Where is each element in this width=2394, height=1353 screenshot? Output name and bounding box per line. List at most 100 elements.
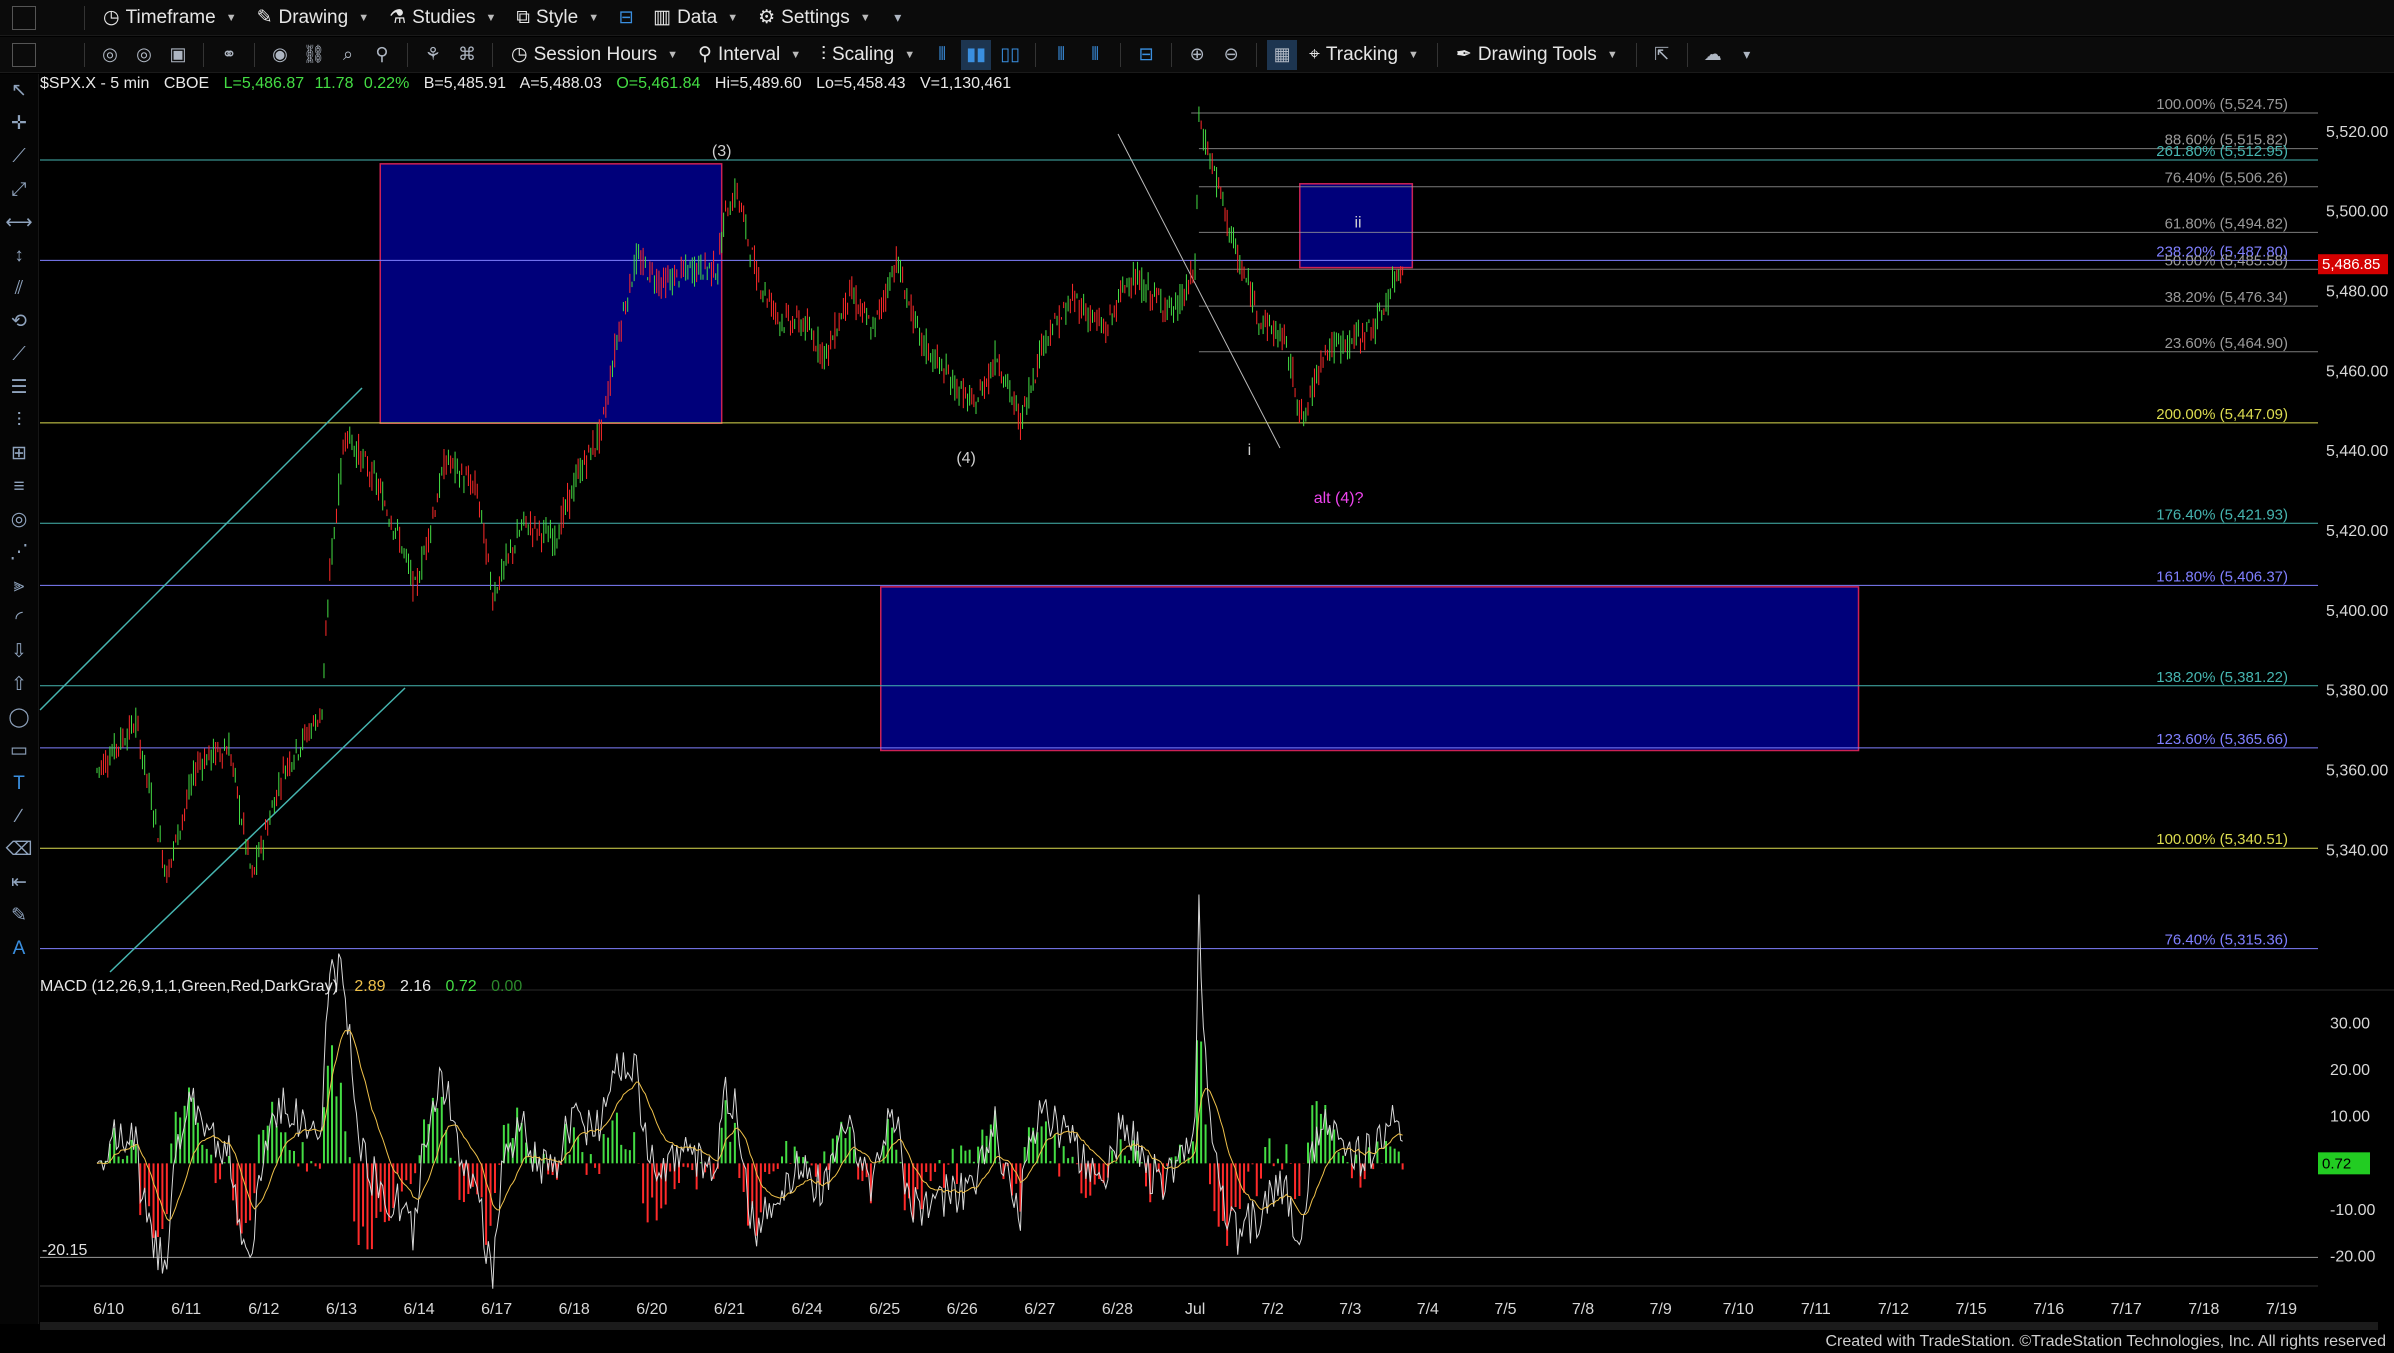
- refresh-all-icon[interactable]: ◎: [129, 40, 159, 70]
- fib-level-label: 261.80% (5,512.95): [2156, 143, 2288, 160]
- time-tick-label: 7/8: [1572, 1301, 1594, 1318]
- more-icon[interactable]: ▾: [1732, 40, 1762, 70]
- grid-icon[interactable]: ▦: [1267, 39, 1298, 70]
- macd-legend: MACD (12,26,9,1,1,Green,Red,DarkGray) 2.…: [40, 978, 522, 996]
- price-chart[interactable]: 100.00% (5,524.75) 88.60% (5,515.82)261.8…: [0, 0, 2394, 1353]
- horizontal-scrollbar[interactable]: [40, 1322, 2378, 1330]
- snap-icon[interactable]: ⇤: [0, 866, 38, 899]
- session-hours-menu[interactable]: ◷ Session Hours ▼: [501, 40, 688, 70]
- drawing-menu[interactable]: ✎ Drawing ▼: [247, 3, 380, 33]
- layout-icon[interactable]: ⊟: [611, 3, 641, 33]
- gauge-icon: ⚲: [698, 44, 712, 65]
- high-price: Hi=5,489.60: [714, 75, 802, 92]
- gear-icon: ⚙: [758, 7, 776, 28]
- bars-icon: ▥: [653, 7, 672, 28]
- horizontal-line-icon[interactable]: ⟷: [0, 206, 38, 239]
- strategy-icon[interactable]: ⌘: [452, 40, 482, 70]
- indicator-icon[interactable]: ⚘: [418, 40, 448, 70]
- fib-extension-icon[interactable]: ⫶: [0, 404, 38, 437]
- window-layout-icon[interactable]: ▣: [163, 40, 193, 70]
- interval-menu[interactable]: ⚲ Interval ▼: [688, 40, 811, 70]
- settings-menu[interactable]: ⚙ Settings ▼: [748, 3, 881, 33]
- data-menu[interactable]: ▥ Data ▼: [643, 3, 748, 33]
- zoom-in-icon[interactable]: ⊕: [1182, 40, 1212, 70]
- fib-retracement-icon[interactable]: ☰: [0, 371, 38, 404]
- arc-icon[interactable]: ◜: [0, 602, 38, 635]
- window-icon[interactable]: [12, 6, 36, 30]
- candlestick-icon[interactable]: ▮▮: [961, 39, 992, 70]
- cycle-icon[interactable]: ◎: [0, 503, 38, 536]
- window-icon[interactable]: [12, 43, 36, 67]
- refresh-icon[interactable]: ◎: [95, 40, 125, 70]
- text-color-icon[interactable]: A: [0, 932, 38, 965]
- time-tick-label: 7/17: [2111, 1301, 2142, 1318]
- wave-labels: (3)(4) iiialt (4)?: [712, 143, 1364, 507]
- macd-signal-line: [96, 1029, 1403, 1222]
- percent-change: 0.22%: [363, 75, 410, 92]
- ellipse-icon[interactable]: ◯: [0, 701, 38, 734]
- clock-icon: ◷: [103, 7, 120, 28]
- expand-bars-icon[interactable]: ⫴: [1080, 40, 1110, 70]
- symbol-link-icon[interactable]: ⚭: [214, 40, 244, 70]
- cloud-icon[interactable]: ☁: [1698, 40, 1728, 70]
- macd-value-tag: [2318, 1152, 2370, 1175]
- line-style-icon[interactable]: ∕: [0, 800, 38, 833]
- panes-icon[interactable]: ⊟: [1131, 40, 1161, 70]
- time-tick-label: Jul: [1185, 1301, 1205, 1318]
- pencil-icon: ✎: [256, 7, 273, 28]
- macd-pane: 30.00 20.00 10.00 -10.00 -20.00 0.72: [40, 894, 2394, 1289]
- crosshair-icon: ⌖: [1309, 43, 1320, 65]
- chevron-down-icon: ▼: [1606, 48, 1618, 61]
- ray-icon[interactable]: ⤢: [0, 173, 38, 206]
- timeframe-menu[interactable]: ◷ Timeframe ▼: [93, 3, 247, 33]
- speed-lines-icon[interactable]: ≡: [0, 470, 38, 503]
- pencil-icon[interactable]: ✎: [0, 899, 38, 932]
- vertical-line-icon[interactable]: ↕: [0, 239, 38, 272]
- time-tick-label: 6/28: [1102, 1301, 1133, 1318]
- zoom-out-icon[interactable]: ⊖: [1216, 40, 1246, 70]
- wave-label: i: [1248, 442, 1252, 459]
- fib-fan-icon[interactable]: ⟋: [0, 338, 38, 371]
- shrink-bars-icon[interactable]: ⫴: [1046, 40, 1076, 70]
- rectangle-icon[interactable]: ▭: [0, 734, 38, 767]
- scaling-menu[interactable]: ⫶ Scaling ▼: [811, 40, 925, 70]
- pin-icon[interactable]: ⚲: [367, 40, 397, 70]
- style-menu[interactable]: ⧉ Style ▼: [506, 3, 609, 33]
- toolbar-divider: [84, 42, 85, 67]
- drawing-tools-menu[interactable]: ✒ Drawing Tools ▼: [1446, 40, 1628, 70]
- wave-label: (4): [956, 450, 976, 467]
- time-tick-label: 6/17: [481, 1301, 512, 1318]
- price-series: [96, 106, 1404, 883]
- export-icon[interactable]: ⇱: [1647, 40, 1677, 70]
- andrews-pitchfork-icon[interactable]: ⫸: [0, 569, 38, 602]
- fib-level-label: 88.60% (5,515.82): [2165, 132, 2288, 149]
- eraser-icon[interactable]: ⌫: [0, 833, 38, 866]
- text-icon[interactable]: T: [0, 767, 38, 800]
- chart-search-icon[interactable]: ⌕: [333, 40, 363, 70]
- time-tick-label: 6/21: [714, 1301, 745, 1318]
- crosshair-icon[interactable]: ✛: [0, 107, 38, 140]
- circle-tool-icon[interactable]: ◉: [265, 40, 295, 70]
- regression-icon[interactable]: ⋰: [0, 536, 38, 569]
- chevron-down-icon: ▼: [790, 48, 802, 61]
- bar-chart-icon[interactable]: ⫴: [927, 40, 957, 70]
- fib-time-icon[interactable]: ⊞: [0, 437, 38, 470]
- toolbar-divider: [203, 42, 204, 67]
- wave-label: alt (4)?: [1314, 490, 1364, 507]
- link-icon[interactable]: ⛓: [299, 40, 329, 70]
- channel-icon[interactable]: ⫽: [0, 272, 38, 305]
- studies-menu[interactable]: ⚗ Studies ▼: [379, 3, 506, 33]
- current-price-tag: [2318, 254, 2388, 275]
- pen-icon: ✒: [1455, 44, 1472, 65]
- time-tick-label: 7/2: [1262, 1301, 1284, 1318]
- hollow-candle-icon[interactable]: ▯▯: [995, 40, 1025, 70]
- more-icon[interactable]: ▾: [883, 3, 913, 33]
- tracking-label: Tracking: [1325, 43, 1399, 65]
- toolbar-divider: [1256, 42, 1258, 67]
- arrow-up-icon[interactable]: ⇧: [0, 668, 38, 701]
- pointer-icon[interactable]: ↖: [0, 74, 38, 107]
- gann-icon[interactable]: ⟲: [0, 305, 38, 338]
- tracking-menu[interactable]: ⌖ Tracking ▼: [1299, 40, 1429, 70]
- trendline-icon[interactable]: ⟋: [0, 140, 38, 173]
- arrow-down-icon[interactable]: ⇩: [0, 635, 38, 668]
